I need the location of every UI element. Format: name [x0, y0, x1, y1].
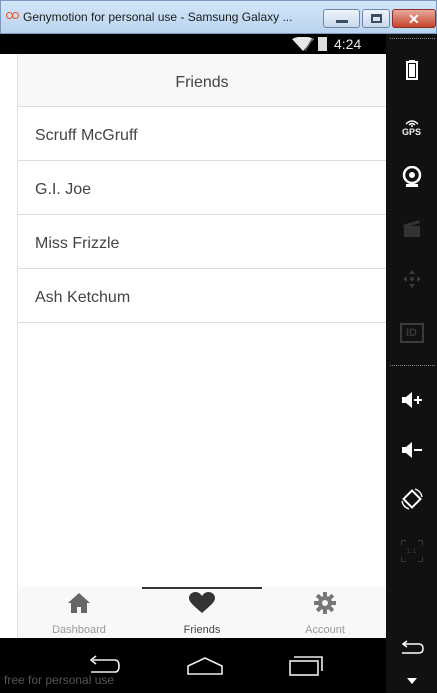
tab-account[interactable]: Account: [264, 587, 386, 638]
list-item[interactable]: Ash Ketchum: [18, 269, 386, 323]
tab-label: Account: [305, 624, 345, 636]
tab-label: Dashboard: [52, 624, 106, 636]
divider: [390, 365, 435, 366]
heart-icon: [189, 592, 215, 613]
back-side-button[interactable]: [386, 636, 437, 660]
scale-label: 1:1: [406, 547, 417, 555]
capture-widget-button[interactable]: [386, 217, 437, 241]
maximize-icon: [371, 14, 382, 23]
more-options-button[interactable]: [386, 674, 437, 688]
back-arrow-icon: [401, 640, 424, 654]
rotate-button[interactable]: [386, 486, 437, 512]
camera-widget-button[interactable]: [386, 164, 437, 190]
dpad-widget-button[interactable]: [386, 266, 437, 292]
friend-name: Ash Ketchum: [35, 289, 131, 306]
volume-down-icon: [401, 442, 422, 458]
battery-icon: [405, 60, 418, 80]
window-titlebar: Genymotion for personal use - Samsung Ga…: [0, 0, 437, 34]
status-clock: 4:24: [334, 36, 362, 52]
android-nav-bar: free for personal use: [0, 638, 386, 693]
android-status-bar: 4:24: [0, 34, 386, 54]
gps-label: GPS: [401, 127, 421, 137]
battery-icon: [318, 37, 327, 51]
close-button[interactable]: ✕: [392, 9, 436, 28]
navigation-bar: Friends: [18, 54, 386, 107]
window-title: Genymotion for personal use - Samsung Ga…: [23, 10, 293, 24]
maximize-button[interactable]: [362, 9, 390, 28]
id-card-icon: ID: [399, 323, 424, 343]
emulator-side-panel: GPS ID 1:1: [386, 34, 437, 693]
friend-name: Scruff McGruff: [35, 127, 138, 144]
home-key[interactable]: [180, 638, 230, 693]
page-title: Friends: [175, 74, 229, 91]
gps-signal-icon: [405, 120, 418, 127]
clapperboard-icon: [402, 220, 420, 237]
wifi-icon: [292, 37, 314, 51]
app-screen: Friends Scruff McGruff G.I. Joe Miss Fri…: [18, 54, 386, 638]
list-item[interactable]: Scruff McGruff: [18, 107, 386, 161]
recents-icon: [289, 655, 323, 676]
friend-name: G.I. Joe: [35, 181, 92, 198]
gear-icon: [314, 592, 336, 614]
tab-friends[interactable]: Friends: [141, 587, 263, 638]
webcam-icon: [402, 166, 421, 187]
volume-down-button[interactable]: [386, 438, 437, 462]
recents-key[interactable]: [280, 638, 330, 693]
home-icon: [68, 593, 90, 613]
friends-list: Scruff McGruff G.I. Joe Miss Frizzle Ash…: [18, 107, 386, 323]
list-item[interactable]: Miss Frizzle: [18, 215, 386, 269]
gps-widget-button[interactable]: GPS: [386, 114, 437, 142]
dpad-icon: [402, 270, 421, 288]
rotate-icon: [400, 488, 423, 510]
device-id-widget-button[interactable]: ID: [386, 320, 437, 346]
minimize-button[interactable]: [323, 9, 360, 28]
minimize-icon: [336, 20, 348, 23]
chevron-down-icon: [406, 678, 417, 684]
emulator-left-edge: [0, 54, 18, 693]
tab-dashboard[interactable]: Dashboard: [18, 587, 140, 638]
pixel-perfect-button[interactable]: 1:1: [386, 538, 437, 564]
watermark-text: free for personal use: [4, 673, 115, 687]
volume-up-icon: [401, 392, 422, 408]
id-label: ID: [406, 327, 417, 339]
genymotion-logo-icon: [6, 11, 20, 21]
friend-name: Miss Frizzle: [35, 235, 120, 252]
tab-bar: Dashboard Friends Account: [18, 587, 386, 638]
scale-icon: 1:1: [400, 540, 423, 562]
list-item[interactable]: G.I. Joe: [18, 161, 386, 215]
close-icon: ✕: [408, 11, 420, 27]
home-outline-icon: [187, 656, 223, 675]
divider: [390, 38, 435, 39]
volume-up-button[interactable]: [386, 388, 437, 412]
tab-label: Friends: [183, 624, 221, 636]
battery-widget-button[interactable]: [386, 58, 437, 82]
